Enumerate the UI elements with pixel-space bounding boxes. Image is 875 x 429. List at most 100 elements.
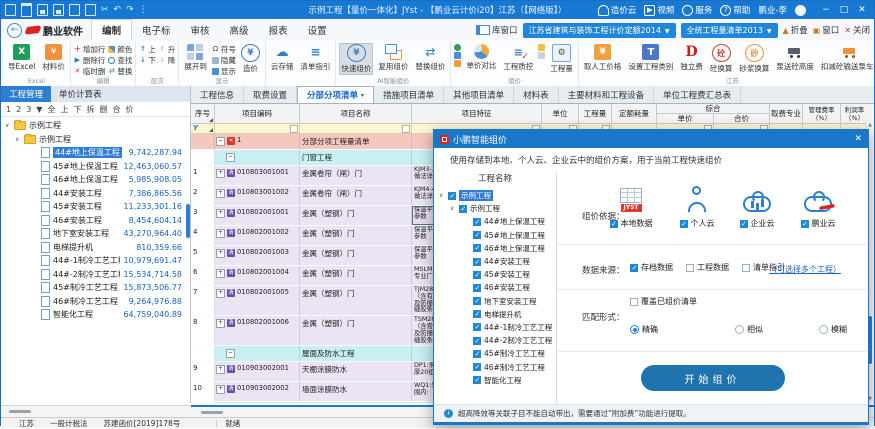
expand-icon[interactable]	[226, 153, 235, 162]
project-tree-item[interactable]: 46#安装工程 8,454,604.14	[1, 214, 190, 228]
project-tree-item[interactable]: 45#安装工程 11,233,301.16	[1, 200, 190, 214]
dialog-tree-item[interactable]: 44#-1制冷工艺工程	[434, 321, 556, 334]
list-guide-button[interactable]: ≡ 清单指引	[298, 43, 332, 73]
sheet-tab[interactable]: 工程信息	[191, 86, 244, 103]
expand-icon[interactable]	[226, 349, 235, 358]
checkbox[interactable]	[473, 310, 481, 318]
project-tree-item[interactable]: 44#-2制冷工艺工程 15,534,714.58	[1, 268, 190, 282]
avatar[interactable]	[795, 5, 806, 16]
sheet-tab[interactable]: 其他项目清单	[444, 86, 514, 103]
lock-icon[interactable]	[538, 44, 545, 51]
sidebar-tool-button[interactable]: ▼	[36, 105, 42, 114]
dialog-tree-item[interactable]: 示例工程	[434, 202, 556, 215]
checkbox[interactable]	[473, 218, 481, 226]
cloud-storage-button[interactable]: ☁ 云存储	[269, 43, 296, 73]
labor-price-button[interactable]: ¥ 取人工价格	[582, 43, 624, 73]
dialog-tree-item[interactable]: 46#安装工程	[434, 281, 556, 294]
project-tree-item[interactable]: 45#地上保温工程 12,463,060.57	[1, 160, 190, 174]
source-option[interactable]: 存档数据	[630, 262, 673, 273]
expand-icon[interactable]	[216, 137, 225, 146]
checkbox[interactable]	[610, 220, 618, 228]
checkbox[interactable]	[473, 323, 481, 331]
ribbon-tab[interactable]: 设置	[298, 19, 337, 41]
expand-icon[interactable]	[216, 249, 225, 258]
radio-icon[interactable]	[735, 325, 744, 334]
filter-box[interactable]	[290, 125, 298, 133]
find-button[interactable]: 查找	[108, 55, 132, 65]
sheet-tab[interactable]: 单位工程费汇总表	[654, 86, 741, 103]
scroll-up-icon[interactable]: ▲	[866, 122, 874, 128]
dialog-tree-item[interactable]: 电梯提升机	[434, 308, 556, 321]
expand-icon[interactable]	[216, 365, 225, 374]
project-tree-item[interactable]: 示例工程	[1, 133, 190, 147]
scrollbar-thumb[interactable]	[201, 411, 223, 414]
pump-fee-deduction-button[interactable]: 扣减砼输送泵车费	[819, 43, 875, 73]
video-button[interactable]: ▶ 视频	[644, 4, 674, 16]
expand-icon[interactable]	[216, 385, 225, 394]
dialog-tree-item[interactable]: 45#制冷工艺工程	[434, 347, 556, 360]
quantity-button[interactable]: ⚙ 工程量	[548, 43, 575, 75]
checkbox[interactable]	[473, 297, 481, 305]
minimize-button[interactable]: −	[818, 3, 834, 17]
list-db-dropdown[interactable]: 全统工程量清单2013▼	[681, 23, 778, 38]
tab-unit-price-sheet[interactable]: 单价计算表	[51, 86, 110, 102]
price-compare-button[interactable]: 单价对比	[464, 43, 498, 72]
checkbox[interactable]	[473, 244, 481, 252]
sidebar-tool-button[interactable]: 上	[60, 104, 68, 115]
dialog-tree-item[interactable]: 地下室安装工程	[434, 295, 556, 308]
library-window-button[interactable]: 库窗口	[476, 24, 518, 36]
paste-icon[interactable]	[85, 4, 96, 16]
sidebar-tool-button[interactable]: 拆	[86, 104, 94, 115]
radio-icon[interactable]	[630, 325, 639, 334]
checkbox[interactable]	[473, 350, 481, 358]
expand-icon[interactable]	[216, 209, 225, 218]
project-tree-item[interactable]: 电梯提升机 810,359.66	[1, 241, 190, 255]
radio-icon[interactable]	[819, 325, 828, 334]
export-excel-button[interactable]: X 导Excel	[6, 43, 37, 73]
checkbox[interactable]	[742, 264, 750, 272]
sidebar-scrollbar-thumb[interactable]	[186, 204, 190, 238]
checkbox[interactable]	[630, 264, 638, 272]
sidebar-tool-button[interactable]: 全	[47, 104, 55, 115]
checkbox[interactable]	[473, 231, 481, 239]
help-button[interactable]: ? 帮助	[720, 4, 750, 16]
ribbon-tab[interactable]: 编制	[91, 19, 132, 41]
redo-icon[interactable]: ↷	[126, 5, 134, 15]
back-button[interactable]: ←	[7, 23, 22, 38]
start-pricing-button[interactable]: 开始组价	[641, 365, 785, 391]
tab-project-management[interactable]: 工程管理	[1, 86, 51, 102]
checkbox[interactable]	[473, 284, 481, 292]
independent-fee-button[interactable]: D 独立费	[678, 43, 705, 73]
expand-icon[interactable]	[216, 229, 225, 238]
checkbox[interactable]	[686, 264, 694, 272]
col-name[interactable]: 项目名称	[300, 104, 412, 123]
col-quota[interactable]: 定额耗量	[612, 104, 657, 123]
ribbon-tab[interactable]: 报表	[259, 19, 298, 41]
checkbox[interactable]	[680, 220, 688, 228]
project-tree-item[interactable]: 46#制冷工艺工程 9,264,976.88	[1, 295, 190, 309]
checkbox[interactable]	[801, 220, 809, 228]
qat-more-icon[interactable]: ⋮	[139, 5, 148, 15]
project-tree-item[interactable]: 44#-1制冷工艺工程 10,979,691.47	[1, 254, 190, 268]
sidebar-tool-button[interactable]: 价	[125, 104, 133, 115]
sidebar-tool-button[interactable]: 3	[26, 105, 31, 114]
sheet-tab[interactable]: 取费设置	[244, 86, 297, 103]
dialog-tree-item[interactable]: 46#制冷工艺工程	[434, 360, 556, 373]
project-category-button[interactable]: T 设置工程类别	[626, 43, 675, 73]
expand-to-button[interactable]: 展开到	[182, 43, 209, 73]
dialog-titlebar[interactable]: 小鹏智能组价 ✕	[434, 130, 868, 148]
expand-icon[interactable]	[216, 319, 225, 328]
dialog-tree-item[interactable]: 44#地上保温工程	[434, 215, 556, 228]
unlock-icon[interactable]	[538, 52, 545, 59]
material-price-button[interactable]: ¥ 材料价	[40, 43, 67, 73]
dialog-tree-item[interactable]: 智能化工程	[434, 374, 556, 387]
project-tree-item[interactable]: 地下室安装工程 43,270,964.40	[1, 227, 190, 241]
dialog-tree-item[interactable]: 44#-2制冷工艺工程	[434, 334, 556, 347]
sheet-tab[interactable]: 材料表	[514, 86, 559, 103]
expand-icon[interactable]	[216, 289, 225, 298]
show-button[interactable]: 显示	[212, 66, 236, 76]
mortar-conversion-button[interactable]: 砂 砂浆换算	[737, 43, 771, 75]
dialog-tree-item[interactable]: 46#地上保温工程	[434, 242, 556, 255]
expand-icon[interactable]	[216, 169, 225, 178]
reuse-pricing-button[interactable]: 复用组价	[376, 43, 410, 73]
